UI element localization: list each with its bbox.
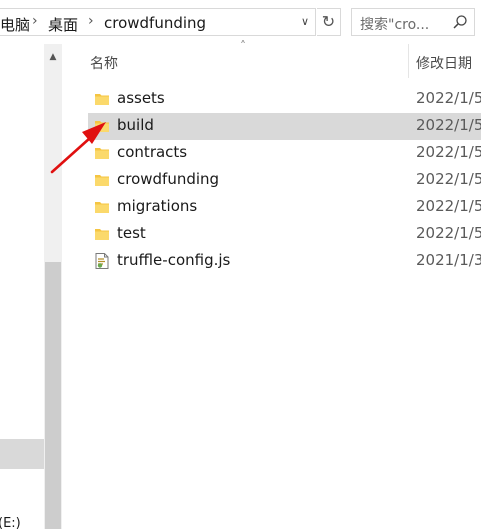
file-date: 2022/1/5 bbox=[416, 224, 481, 242]
search-icon[interactable] bbox=[452, 14, 468, 30]
file-row-assets[interactable]: assets 2022/1/5 bbox=[88, 86, 481, 113]
file-name: crowdfunding bbox=[117, 170, 220, 188]
file-name: build bbox=[117, 116, 154, 134]
chevron-right-icon[interactable]: › bbox=[88, 13, 94, 29]
folder-icon bbox=[95, 202, 109, 213]
file-date: 2022/1/5 bbox=[416, 116, 481, 134]
scrollbar-thumb[interactable] bbox=[45, 262, 61, 529]
file-row-crowdfunding[interactable]: crowdfunding 2022/1/5 bbox=[88, 167, 481, 194]
column-header-name[interactable]: 名称 bbox=[90, 53, 118, 73]
file-name: truffle-config.js bbox=[117, 251, 231, 269]
nav-drive-label[interactable]: (E:) bbox=[0, 516, 21, 529]
address-toolbar: 电脑 › 桌面 › crowdfunding ∨ ↻ 搜索"cro... bbox=[0, 0, 481, 44]
file-row-test[interactable]: test 2022/1/5 bbox=[88, 221, 481, 248]
search-input[interactable]: 搜索"cro... bbox=[351, 8, 475, 36]
breadcrumb-computer[interactable]: 电脑 bbox=[0, 14, 30, 35]
file-name: migrations bbox=[117, 197, 198, 215]
refresh-icon[interactable]: ↻ bbox=[317, 8, 341, 36]
chevron-down-icon[interactable]: ∨ bbox=[296, 13, 314, 31]
file-list-pane: ˄ 名称 修改日期 assets 2022/1/5 build 2022/1/5… bbox=[62, 39, 481, 529]
file-row-truffle-config[interactable]: truffle-config.js 2021/1/3 bbox=[88, 248, 481, 275]
file-row-contracts[interactable]: contracts 2022/1/5 bbox=[88, 140, 481, 167]
file-name: contracts bbox=[117, 143, 188, 161]
file-name: test bbox=[117, 224, 146, 242]
address-bar[interactable]: 电脑 › 桌面 › crowdfunding ∨ bbox=[0, 8, 316, 36]
folder-icon bbox=[95, 229, 109, 240]
js-file-icon bbox=[95, 253, 109, 269]
column-divider[interactable] bbox=[408, 44, 409, 78]
breadcrumb-desktop[interactable]: 桌面 bbox=[48, 14, 78, 35]
file-row-build[interactable]: build 2022/1/5 bbox=[88, 113, 481, 140]
file-date: 2022/1/5 bbox=[416, 143, 481, 161]
column-header-date-modified[interactable]: 修改日期 bbox=[416, 53, 472, 73]
nav-selected-item[interactable] bbox=[0, 439, 44, 469]
chevron-right-icon[interactable]: › bbox=[32, 13, 38, 29]
file-date: 2021/1/3 bbox=[416, 251, 481, 269]
search-placeholder: 搜索"cro... bbox=[360, 17, 430, 33]
sort-up-icon: ˄ bbox=[240, 39, 246, 53]
navigation-pane[interactable] bbox=[0, 44, 44, 529]
file-name: assets bbox=[117, 89, 165, 107]
breadcrumb-crowdfunding[interactable]: crowdfunding bbox=[104, 14, 206, 32]
folder-icon bbox=[95, 94, 109, 105]
file-date: 2022/1/5 bbox=[416, 197, 481, 215]
file-date: 2022/1/5 bbox=[416, 89, 481, 107]
file-date: 2022/1/5 bbox=[416, 170, 481, 188]
annotation-arrow-icon bbox=[50, 122, 106, 174]
scroll-up-icon[interactable]: ▲ bbox=[44, 50, 62, 64]
file-row-migrations[interactable]: migrations 2022/1/5 bbox=[88, 194, 481, 221]
